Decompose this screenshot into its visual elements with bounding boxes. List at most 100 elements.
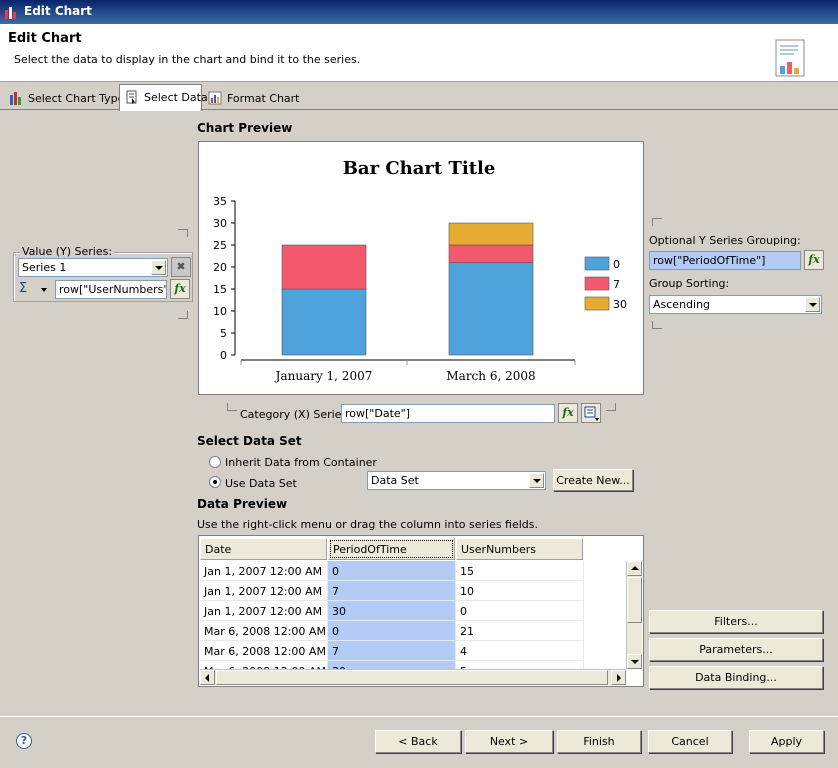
table-cell[interactable]: 4 — [456, 641, 584, 661]
table-cell[interactable]: Jan 1, 2007 12:00 AM — [200, 561, 328, 581]
data-select-icon — [126, 90, 137, 104]
value-series-label: Value (Y) Series: — [20, 245, 115, 258]
table-cell[interactable]: 7 — [328, 641, 456, 661]
parameters-button[interactable]: Parameters... — [649, 638, 823, 661]
y-tick-label: 5 — [220, 327, 227, 340]
app-chart-icon — [5, 7, 16, 19]
table-cell[interactable]: Mar 6, 2008 12:00 AM — [200, 641, 328, 661]
tab-select-chart-type[interactable]: Select Chart Type — [4, 86, 124, 110]
scroll-left-icon[interactable] — [200, 670, 215, 685]
scroll-thumb[interactable] — [627, 577, 642, 623]
delete-series-button[interactable]: ✖ — [171, 257, 191, 277]
bracket — [606, 403, 616, 411]
tab-label: Select Data — [144, 91, 208, 104]
bar-segment — [281, 244, 367, 290]
table-cell[interactable]: 7 — [328, 581, 456, 601]
y-tick-label: 0 — [220, 349, 227, 362]
bracket — [227, 403, 237, 411]
dataset-select[interactable]: Data Set — [367, 471, 546, 490]
bracket — [652, 321, 662, 329]
scroll-down-icon[interactable] — [627, 654, 642, 669]
y-tick-label: 25 — [213, 239, 227, 252]
category-sort-button[interactable] — [581, 403, 601, 423]
inherit-data-label: Inherit Data from Container — [225, 456, 377, 469]
next-button[interactable]: Next > — [465, 730, 553, 753]
scroll-thumb-horizontal[interactable] — [216, 670, 608, 685]
grouping-expression-builder-button[interactable]: fx — [804, 250, 824, 270]
fx-icon: fx — [562, 406, 574, 419]
bar-segment — [281, 288, 367, 356]
bracket — [652, 218, 662, 226]
finish-button[interactable]: Finish — [557, 730, 641, 753]
chevron-down-icon[interactable] — [151, 260, 166, 275]
create-new-dataset-button[interactable]: Create New... — [553, 469, 633, 491]
tab-label: Select Chart Type — [28, 92, 125, 105]
y-tick-label: 15 — [213, 283, 227, 296]
use-dataset-radio[interactable] — [209, 476, 221, 488]
category-expression-input[interactable]: row["Date"] — [341, 404, 555, 423]
table-cell[interactable]: 15 — [456, 561, 584, 581]
tab-select-data[interactable]: Select Data — [119, 84, 208, 111]
group-sorting-select[interactable]: Ascending — [649, 295, 822, 314]
category-expression-text: row["Date"] — [345, 407, 411, 420]
sigma-icon: Σ — [19, 281, 28, 296]
table-cell[interactable]: 0 — [456, 601, 584, 621]
category-expression-builder-button[interactable]: fx — [558, 403, 578, 423]
tab-format-chart[interactable]: Format Chart — [203, 86, 300, 110]
scroll-right-icon[interactable] — [611, 670, 626, 685]
chart-title: Bar Chart Title — [343, 158, 496, 179]
chart-document-icon — [775, 39, 805, 77]
fx-icon: fx — [808, 253, 820, 266]
table-cell[interactable]: 21 — [456, 621, 584, 641]
inherit-data-radio[interactable] — [209, 456, 221, 468]
chart-preview-title: Chart Preview — [197, 121, 293, 135]
column-header-period[interactable]: PeriodOfTime — [328, 538, 455, 560]
table-cell[interactable]: 30 — [328, 601, 456, 621]
column-header-date[interactable]: Date — [200, 538, 327, 560]
select-dataset-title: Select Data Set — [197, 434, 302, 448]
aggregate-button[interactable]: Σ — [19, 281, 53, 299]
filters-button[interactable]: Filters... — [649, 610, 823, 633]
apply-button[interactable]: Apply — [749, 730, 824, 753]
bar-segment — [448, 222, 534, 246]
value-expression-input[interactable]: row["UserNumbers"] — [55, 280, 167, 299]
header-title: Edit Chart — [8, 31, 82, 46]
series-select[interactable]: Series 1 — [18, 258, 168, 277]
table-cell[interactable]: 10 — [456, 581, 584, 601]
chevron-down-icon[interactable] — [529, 473, 544, 488]
table-cell[interactable]: Jan 1, 2007 12:00 AM — [200, 601, 328, 621]
help-icon[interactable]: ? — [16, 733, 32, 749]
dataset-select-value: Data Set — [371, 474, 419, 487]
table-cell[interactable]: Mar 6, 2008 12:00 AM — [200, 621, 328, 641]
x-tick-label: January 1, 2007 — [274, 369, 373, 383]
data-binding-button[interactable]: Data Binding... — [649, 666, 823, 689]
header-subtitle: Select the data to display in the chart … — [14, 53, 361, 66]
chevron-down-icon[interactable] — [805, 297, 820, 312]
table-cell[interactable]: Jan 1, 2007 12:00 AM — [200, 581, 328, 601]
fx-icon: fx — [174, 282, 186, 295]
column-header-usernumbers[interactable]: UserNumbers — [456, 538, 583, 560]
bracket — [178, 311, 188, 319]
sort-icon — [584, 406, 599, 421]
back-button[interactable]: < Back — [375, 730, 461, 753]
scroll-up-icon[interactable] — [627, 561, 642, 576]
legend-label: 30 — [613, 298, 627, 311]
close-icon: ✖ — [176, 260, 186, 273]
cancel-button[interactable]: Cancel — [648, 730, 732, 753]
bracket — [178, 229, 188, 237]
value-expression-builder-button[interactable]: fx — [170, 279, 190, 299]
value-expression-text: row["UserNumbers"] — [59, 283, 167, 296]
table-cell[interactable]: 0 — [328, 561, 456, 581]
optional-grouping-text: row["PeriodOfTime"] — [653, 254, 766, 267]
series-select-value: Series 1 — [22, 261, 67, 274]
category-series-label: Category (X) Series: — [240, 408, 351, 421]
bar-segment — [448, 244, 534, 263]
y-tick-label: 30 — [213, 217, 227, 230]
data-preview-title: Data Preview — [197, 497, 288, 511]
optional-grouping-input[interactable]: row["PeriodOfTime"] — [649, 251, 801, 270]
data-preview-hint: Use the right-click menu or drag the col… — [197, 518, 539, 531]
vertical-scrollbar[interactable] — [626, 561, 642, 669]
x-tick-label: March 6, 2008 — [446, 369, 535, 383]
table-cell[interactable]: 0 — [328, 621, 456, 641]
horizontal-scrollbar[interactable] — [200, 669, 626, 685]
